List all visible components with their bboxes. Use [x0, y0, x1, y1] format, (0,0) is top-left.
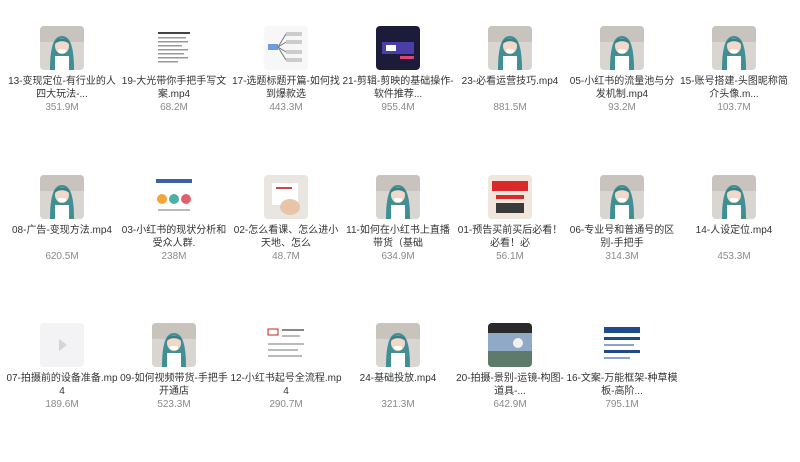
video-thumbnail[interactable] [152, 26, 196, 70]
file-size: 48.7M [272, 251, 300, 262]
video-thumbnail[interactable] [600, 323, 644, 367]
file-name: 15-账号搭建-头图昵称简介头像.m... [680, 76, 788, 100]
file-name: 05-小红书的流量池与分发机制.mp4 [569, 76, 675, 100]
file-item[interactable]: 02-怎么看课、怎么进小天地、怎么 48.7M [230, 175, 342, 297]
file-size: 351.9M [45, 102, 79, 113]
file-item[interactable]: 21-剪辑-剪映的基础操作-软件推荐... 955.4M [342, 26, 454, 148]
file-item[interactable]: 11-如何在小红书上直播带货（基础 634.9M [342, 175, 454, 297]
video-thumbnail[interactable] [712, 175, 756, 219]
file-item[interactable]: 03-小红书的现状分析和受众人群. 238M [118, 175, 230, 297]
file-name: 13-变现定位-有行业的人四大玩法-... [8, 76, 116, 100]
file-size: 238M [161, 251, 187, 262]
file-name: 11-如何在小红书上直播带货（基础 [346, 225, 450, 249]
file-item[interactable]: 19-大光带你手把手写文案.mp4 68.2M [118, 26, 230, 148]
file-name: 24-基础投放.mp4 [359, 373, 437, 384]
file-item[interactable]: 24-基础投放.mp4 321.3M [342, 323, 454, 445]
video-thumbnail[interactable] [376, 175, 420, 219]
file-item[interactable]: 06-专业号和普通号的区别-手把手 314.3M [566, 175, 678, 297]
file-name: 06-专业号和普通号的区别-手把手 [569, 225, 675, 249]
video-thumbnail[interactable] [600, 26, 644, 70]
file-item[interactable]: 09-如何视频带货-手把手开通店 523.3M [118, 323, 230, 445]
file-item[interactable]: 13-变现定位-有行业的人四大玩法-... 351.9M [6, 26, 118, 148]
file-size: 290.7M [269, 399, 303, 410]
video-thumbnail[interactable] [488, 26, 532, 70]
file-size: 453.3M [717, 251, 751, 262]
file-item[interactable]: 20-拍摄-景别-运镜-构图-道具-... 642.9M [454, 323, 566, 445]
file-name: 20-拍摄-景别-运镜-构图-道具-... [456, 373, 564, 397]
video-thumbnail[interactable] [600, 175, 644, 219]
file-grid: 13-变现定位-有行业的人四大玩法-... 351.9M 19-大光带你手把手写文案… [0, 0, 800, 462]
file-name: 07-拍摄前的设备准备.mp4 [6, 373, 118, 397]
file-name: 16-文案-万能框架-种草模板-高阶... [566, 373, 678, 397]
file-size: 795.1M [605, 399, 639, 410]
file-item[interactable]: 08-广告-变现方法.mp4 620.5M [6, 175, 118, 297]
file-size: 103.7M [717, 102, 751, 113]
file-size: 68.2M [160, 102, 188, 113]
video-thumbnail[interactable] [264, 26, 308, 70]
file-size: 620.5M [45, 251, 79, 262]
file-item[interactable]: 14-人设定位.mp4 453.3M [678, 175, 790, 297]
file-name: 03-小红书的现状分析和受众人群. [121, 225, 227, 249]
video-thumbnail[interactable] [376, 323, 420, 367]
video-thumbnail[interactable] [264, 323, 308, 367]
file-size: 642.9M [493, 399, 527, 410]
video-thumbnail[interactable] [264, 175, 308, 219]
file-size: 93.2M [608, 102, 636, 113]
video-thumbnail[interactable] [40, 323, 84, 367]
file-size: 56.1M [496, 251, 524, 262]
file-size: 443.3M [269, 102, 303, 113]
file-item[interactable]: 05-小红书的流量池与分发机制.mp4 93.2M [566, 26, 678, 148]
file-name: 21-剪辑-剪映的基础操作-软件推荐... [342, 76, 454, 100]
file-name: 19-大光带你手把手写文案.mp4 [121, 76, 227, 100]
file-name: 14-人设定位.mp4 [695, 225, 773, 236]
file-name: 02-怎么看课、怎么进小天地、怎么 [233, 225, 339, 249]
video-thumbnail[interactable] [152, 323, 196, 367]
file-item[interactable]: 17-选题标题开篇-如何找到爆款选 443.3M [230, 26, 342, 148]
file-item[interactable]: 15-账号搭建-头图昵称简介头像.m... 103.7M [678, 26, 790, 148]
file-item[interactable]: 23-必看运营技巧.mp4 881.5M [454, 26, 566, 148]
video-thumbnail[interactable] [488, 323, 532, 367]
file-name: 08-广告-变现方法.mp4 [11, 225, 112, 236]
file-item[interactable]: 16-文案-万能框架-种草模板-高阶... 795.1M [566, 323, 678, 445]
file-size: 189.6M [45, 399, 79, 410]
file-name: 09-如何视频带货-手把手开通店 [120, 373, 228, 397]
video-thumbnail[interactable] [712, 26, 756, 70]
file-name: 12-小红书起号全流程.mp4 [230, 373, 342, 397]
file-item[interactable]: 07-拍摄前的设备准备.mp4 189.6M [6, 323, 118, 445]
file-size: 321.3M [381, 399, 415, 410]
file-item[interactable]: 01-预告买前买后必看！必看！必 56.1M [454, 175, 566, 297]
file-size: 634.9M [381, 251, 415, 262]
video-thumbnail[interactable] [40, 175, 84, 219]
video-thumbnail[interactable] [40, 26, 84, 70]
file-name: 01-预告买前买后必看！必看！必 [457, 225, 563, 249]
file-size: 881.5M [493, 102, 527, 113]
video-thumbnail[interactable] [488, 175, 532, 219]
file-size: 314.3M [605, 251, 639, 262]
file-item[interactable]: 12-小红书起号全流程.mp4 290.7M [230, 323, 342, 445]
file-name: 17-选题标题开篇-如何找到爆款选 [232, 76, 340, 100]
file-name: 23-必看运营技巧.mp4 [461, 76, 559, 87]
file-size: 523.3M [157, 399, 191, 410]
video-thumbnail[interactable] [376, 26, 420, 70]
file-size: 955.4M [381, 102, 415, 113]
video-thumbnail[interactable] [152, 175, 196, 219]
